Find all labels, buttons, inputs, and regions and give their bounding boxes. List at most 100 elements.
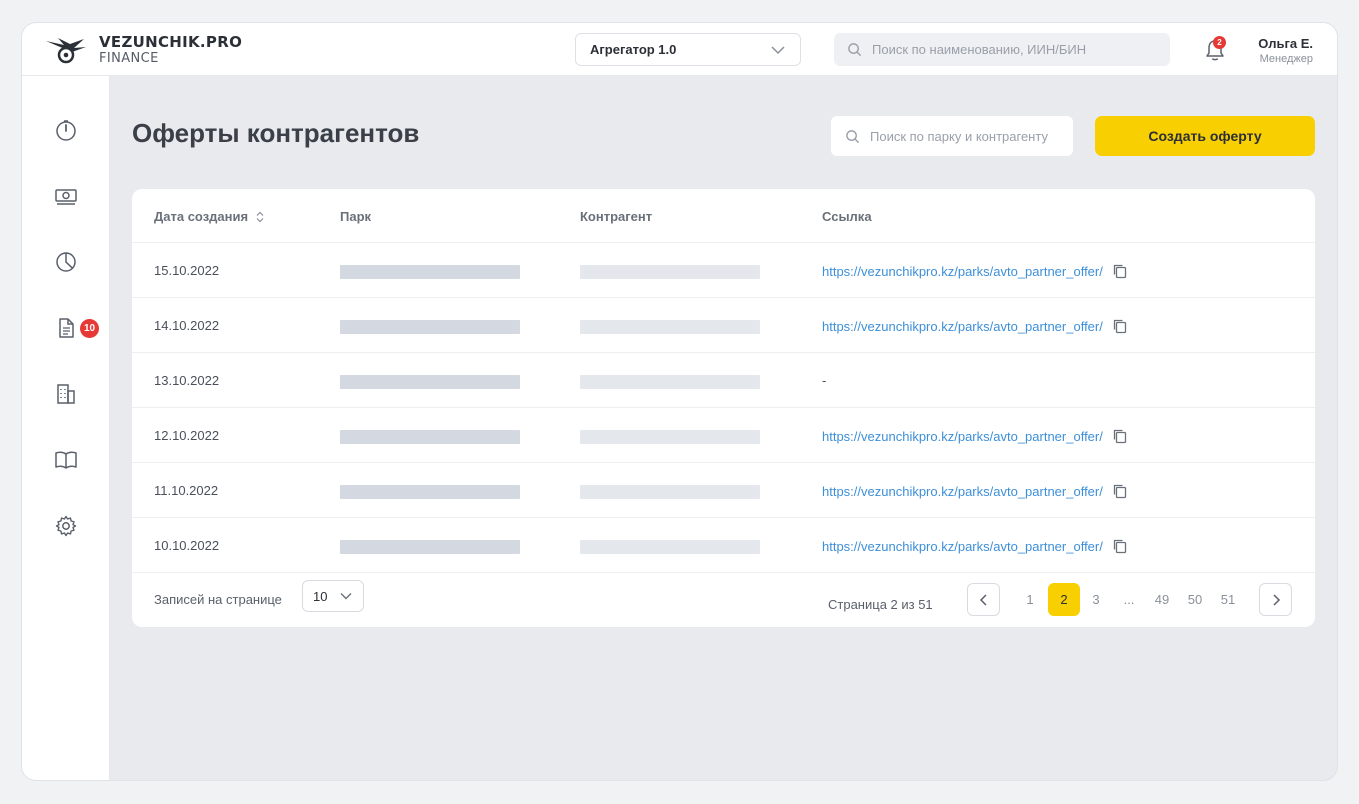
row-date: 11.10.2022 [154,483,219,498]
brand-subtitle: FINANCE [99,51,159,66]
sidebar-item-settings[interactable] [53,513,79,539]
user-role: Менеджер [1259,53,1313,65]
park-placeholder [340,430,520,444]
per-page-value: 10 [313,588,328,604]
sidebar-item-finance[interactable] [53,183,79,209]
offers-search[interactable] [831,116,1073,156]
search-icon [848,43,862,57]
next-page-button[interactable] [1259,583,1292,616]
column-header-counterparty: Контрагент [580,209,653,224]
table-row[interactable]: 15.10.2022 https://vezunchikpro.kz/parks… [132,243,1315,298]
counterparty-placeholder [580,265,760,279]
offer-link-text[interactable]: https://vezunchikpro.kz/parks/avto_partn… [822,264,1103,279]
table-row[interactable]: 14.10.2022 https://vezunchikpro.kz/parks… [132,298,1315,353]
column-header-date[interactable]: Дата создания [154,209,266,224]
sidebar-item-offers[interactable] [53,315,79,341]
notification-badge: 2 [1213,36,1226,49]
sidebar-item-knowledge[interactable] [53,447,79,473]
page-button[interactable]: 50 [1179,583,1211,616]
copy-icon[interactable] [1112,428,1128,444]
sidebar-item-reports[interactable] [53,249,79,275]
offer-link[interactable]: https://vezunchikpro.kz/parks/avto_partn… [822,538,1128,554]
building-icon [57,384,75,404]
park-placeholder [340,375,520,389]
offer-link-text[interactable]: https://vezunchikpro.kz/parks/avto_partn… [822,539,1103,554]
aggregator-select[interactable]: Агрегатор 1.0 [575,33,801,66]
page-button[interactable]: 1 [1014,583,1046,616]
user-name: Ольга Е. [1258,36,1313,51]
prev-page-button[interactable] [967,583,1000,616]
global-search[interactable] [834,33,1170,66]
offer-link[interactable]: https://vezunchikpro.kz/parks/avto_partn… [822,263,1128,279]
copy-icon[interactable] [1112,318,1128,334]
table-row[interactable]: 13.10.2022 - [132,353,1315,408]
chevron-left-icon [979,593,987,606]
table-header: Дата создания Парк Контрагент Ссылка [132,189,1315,243]
app-window: VEZUNCHIK.PRO FINANCE Агрегатор 1.0 2 Ол… [22,23,1337,780]
per-page-select[interactable]: 10 [302,580,364,612]
counterparty-placeholder [580,320,760,334]
offer-link-text[interactable]: https://vezunchikpro.kz/parks/avto_partn… [822,484,1103,499]
table-row[interactable]: 12.10.2022 https://vezunchikpro.kz/parks… [132,408,1315,463]
offer-link[interactable]: https://vezunchikpro.kz/parks/avto_partn… [822,428,1128,444]
gear-icon [55,515,77,537]
park-placeholder [340,320,520,334]
copy-icon[interactable] [1112,263,1128,279]
page-button[interactable]: 51 [1212,583,1244,616]
copy-icon[interactable] [1112,483,1128,499]
per-page-label: Записей на странице [154,592,282,607]
counterparty-placeholder [580,485,760,499]
aggregator-select-value: Агрегатор 1.0 [590,42,677,57]
sort-icon[interactable] [254,211,266,223]
page-ellipsis: ... [1123,592,1135,607]
page-button[interactable]: 3 [1080,583,1112,616]
document-icon [59,318,74,338]
row-date: 13.10.2022 [154,373,220,388]
page-title: Оферты контрагентов [132,118,420,148]
money-icon [55,189,77,205]
offers-badge: 10 [80,319,99,338]
sidebar-item-parks[interactable] [53,381,79,407]
offer-link-text[interactable]: https://vezunchikpro.kz/parks/avto_partn… [822,319,1103,334]
row-date: 14.10.2022 [154,318,220,333]
row-date: 15.10.2022 [154,263,220,278]
speedometer-icon [56,120,76,141]
park-placeholder [340,540,520,554]
page-button[interactable]: 49 [1146,583,1178,616]
row-date: 10.10.2022 [154,538,220,553]
offers-table: Дата создания Парк Контрагент Ссылка 15.… [132,189,1315,627]
sidebar: 10 [22,76,110,780]
global-search-input[interactable] [872,42,1170,57]
chevron-down-icon [771,45,785,54]
chevron-right-icon [1272,593,1280,606]
table-footer: Записей на странице 10 Страница 2 из 51 … [132,572,1315,627]
park-placeholder [340,265,520,279]
park-placeholder [340,485,520,499]
book-icon [55,451,77,469]
chevron-down-icon [340,593,352,600]
table-row[interactable]: 10.10.2022 https://vezunchikpro.kz/parks… [132,518,1315,573]
sidebar-item-dashboard[interactable] [53,117,79,143]
offer-link[interactable]: https://vezunchikpro.kz/parks/avto_partn… [822,318,1128,334]
brand-name[interactable]: VEZUNCHIK.PRO FINANCE [99,34,242,67]
copy-icon[interactable] [1112,538,1128,554]
counterparty-placeholder [580,430,760,444]
top-bar: VEZUNCHIK.PRO FINANCE Агрегатор 1.0 2 Ол… [22,23,1337,76]
row-date: 12.10.2022 [154,428,220,443]
user-profile[interactable]: Ольга Е. Менеджер [1258,36,1313,66]
counterparty-placeholder [580,375,760,389]
page-button-current[interactable]: 2 [1048,583,1080,616]
offer-link-text[interactable]: https://vezunchikpro.kz/parks/avto_partn… [822,429,1103,444]
table-row[interactable]: 11.10.2022 https://vezunchikpro.kz/parks… [132,463,1315,518]
logo-icon[interactable] [44,35,88,65]
column-header-date-label: Дата создания [154,209,249,224]
offer-link-empty: - [822,373,827,388]
offer-link[interactable]: https://vezunchikpro.kz/parks/avto_partn… [822,483,1128,499]
counterparty-placeholder [580,540,760,554]
page-info: Страница 2 из 51 [828,597,933,612]
column-header-park: Парк [340,209,372,224]
create-offer-button[interactable]: Создать оферту [1095,116,1315,156]
search-icon [846,129,860,143]
offers-search-input[interactable] [870,128,1073,144]
column-header-link: Ссылка [822,209,872,224]
